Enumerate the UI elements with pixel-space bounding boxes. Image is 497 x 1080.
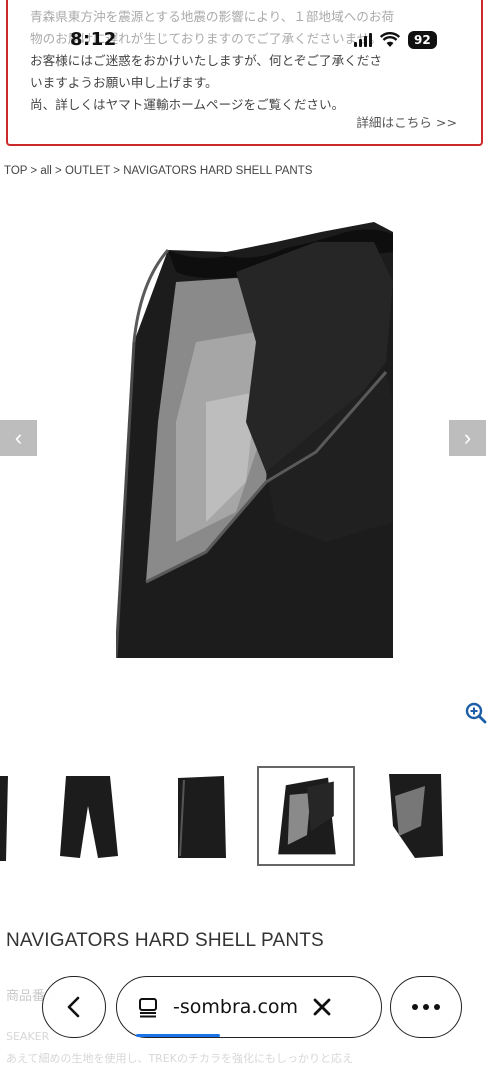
product-main-image[interactable]: [116, 222, 393, 658]
page-load-progress: [136, 1034, 220, 1037]
shipping-notice: 青森県東方沖を震源とする地震の影響により、１部地域へのお荷 物のお届けに遅れが生…: [6, 0, 483, 146]
thumbnail[interactable]: [52, 766, 124, 866]
browser-back-button[interactable]: [42, 976, 106, 1038]
notice-details-link[interactable]: 詳細はこちら >>: [356, 112, 457, 131]
chevron-left-icon: [67, 996, 80, 1018]
product-description: SEAKER: [6, 1030, 50, 1043]
notice-line: 青森県東方沖を震源とする地震の影響により、１部地域へのお荷: [30, 9, 395, 24]
cellular-signal-icon: [354, 33, 372, 47]
gallery-prev-button[interactable]: ‹: [0, 420, 37, 456]
address-bar[interactable]: -sombra.com: [116, 976, 382, 1038]
url-text: -sombra.com: [173, 996, 299, 1018]
thumbnail-strip: [0, 766, 497, 866]
tabs-icon: [139, 998, 157, 1018]
zoom-in-icon[interactable]: [465, 702, 487, 724]
status-time: 8:12: [70, 29, 117, 50]
more-dots-icon: [412, 1004, 440, 1010]
close-icon[interactable]: [312, 997, 332, 1017]
notice-line: お客様にはご迷惑をおかけいたしますが、何とぞご了承くださ: [30, 53, 382, 68]
notice-line: いますようお願い申し上げます。: [30, 75, 218, 90]
thumbnail[interactable]: [170, 766, 232, 866]
thumbnail[interactable]: [385, 766, 445, 866]
battery-indicator: 92: [408, 31, 437, 49]
product-title: NAVIGATORS HARD SHELL PANTS: [6, 930, 324, 951]
thumbnail[interactable]: [0, 766, 14, 866]
status-icons: 92: [354, 30, 437, 50]
product-description: あえて細めの生地を使用し、TREKのチカラを強化にもしっかりと応え: [6, 1052, 353, 1065]
thumbnail-active[interactable]: [257, 766, 355, 866]
wifi-icon: [380, 32, 400, 47]
breadcrumb[interactable]: TOP > all > OUTLET > NAVIGATORS HARD SHE…: [4, 165, 312, 177]
browser-more-button[interactable]: [390, 976, 462, 1038]
gallery-next-button[interactable]: ›: [449, 420, 486, 456]
